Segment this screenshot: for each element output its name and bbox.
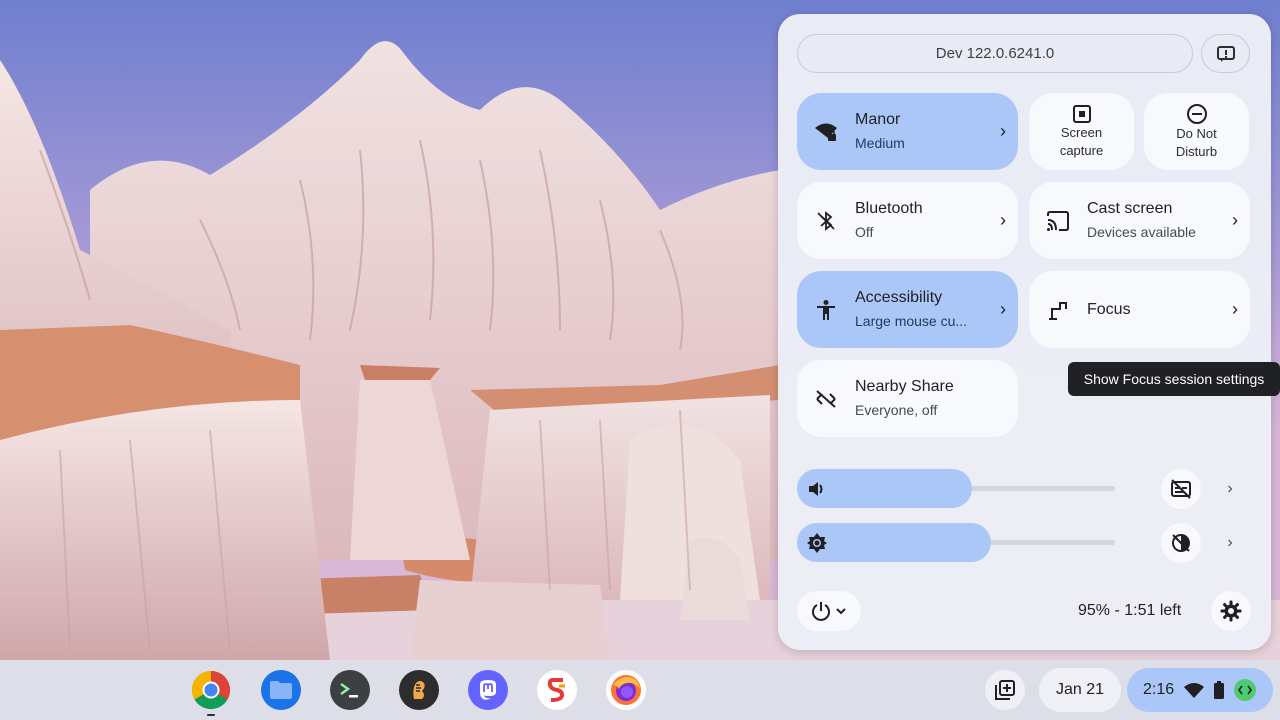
feedback-icon xyxy=(1216,45,1235,62)
settings-button[interactable] xyxy=(1211,591,1251,631)
date-label: Jan 21 xyxy=(1055,681,1105,698)
bluetooth-name: Bluetooth xyxy=(855,200,923,217)
accessibility-tile[interactable]: Accessibility Large mouse cu... › xyxy=(797,271,1018,348)
chevron-right-icon: › xyxy=(1000,299,1006,319)
quick-settings-panel: Dev 122.0.6241.0 Manor Medium › Screen c… xyxy=(778,14,1271,650)
version-button[interactable]: Dev 122.0.6241.0 xyxy=(797,34,1193,73)
power-menu-button[interactable] xyxy=(797,591,861,631)
focus-tile[interactable]: Focus › xyxy=(1029,271,1250,348)
chevron-right-icon: › xyxy=(1000,210,1006,230)
bluetooth-tile[interactable]: Bluetooth Off › xyxy=(797,182,1018,259)
running-indicator xyxy=(207,714,215,716)
network-name: Manor xyxy=(855,111,901,128)
chevron-right-icon: › xyxy=(1232,299,1238,319)
feedback-button[interactable] xyxy=(1201,34,1250,73)
focus-tooltip: Show Focus session settings xyxy=(1068,362,1280,396)
audio-settings-chevron-icon[interactable]: › xyxy=(1220,479,1240,499)
chrome-icon xyxy=(191,670,231,710)
chevron-right-icon: › xyxy=(1232,210,1238,230)
terminal-icon xyxy=(340,682,358,698)
nearby-share-name: Nearby Share xyxy=(855,378,954,395)
battery-icon xyxy=(1214,681,1225,699)
accessibility-name: Accessibility xyxy=(855,289,943,306)
network-status: Medium xyxy=(855,135,905,151)
network-tile[interactable]: Manor Medium › xyxy=(797,93,1018,170)
gear-icon xyxy=(1220,600,1242,622)
shelf-app-files[interactable] xyxy=(261,670,301,710)
mastodon-icon xyxy=(480,680,496,700)
night-light-toggle[interactable] xyxy=(1161,523,1201,563)
elk-icon xyxy=(413,681,425,699)
volume-fill xyxy=(797,469,972,508)
nearby-share-tile[interactable]: Nearby Share Everyone, off xyxy=(797,360,1018,437)
do-not-disturb-label: Do Not Disturb xyxy=(1175,125,1218,159)
volume-icon xyxy=(809,481,823,496)
tooltip-text: Show Focus session settings xyxy=(1083,371,1265,387)
screen-capture-tile[interactable]: Screen capture xyxy=(1029,93,1134,170)
focus-icon xyxy=(1049,301,1067,320)
shelf-app-mastodon[interactable] xyxy=(468,670,508,710)
screen-capture-icon xyxy=(1072,104,1091,123)
power-icon xyxy=(812,602,830,621)
night-light-off-icon xyxy=(1172,534,1190,552)
version-label: Dev 122.0.6241.0 xyxy=(935,45,1055,62)
slides-icon xyxy=(547,678,565,702)
developer-mode-badge xyxy=(1234,679,1257,701)
live-caption-off-icon xyxy=(1171,479,1191,499)
firefox-icon xyxy=(611,675,641,705)
holding-space-button[interactable] xyxy=(985,670,1025,710)
battery-status: 95% - 1:51 left xyxy=(1078,602,1182,619)
volume-slider[interactable] xyxy=(797,469,1115,508)
time-label: 2:16 xyxy=(1143,681,1175,698)
shelf-app-elk[interactable] xyxy=(399,670,439,710)
shelf: Jan 21 2:16 xyxy=(0,660,1280,720)
accessibility-status: Large mouse cu... xyxy=(855,313,968,329)
brightness-icon xyxy=(807,532,827,553)
cast-name: Cast screen xyxy=(1087,200,1173,217)
cast-status: Devices available xyxy=(1087,224,1196,240)
do-not-disturb-tile[interactable]: Do Not Disturb xyxy=(1144,93,1249,170)
bluetooth-status: Off xyxy=(855,224,874,240)
shelf-app-firefox[interactable] xyxy=(606,670,646,710)
screen-capture-label: Screen capture xyxy=(1059,124,1104,158)
shelf-app-terminal[interactable] xyxy=(330,670,370,710)
brightness-fill xyxy=(797,523,991,562)
holding-space-icon xyxy=(995,680,1015,700)
accessibility-icon xyxy=(817,299,835,320)
display-settings-chevron-icon[interactable]: › xyxy=(1220,533,1240,553)
nearby-share-off-icon xyxy=(816,389,836,408)
shelf-app-slides[interactable] xyxy=(537,670,577,710)
live-caption-toggle[interactable] xyxy=(1161,469,1201,509)
status-area-button[interactable]: 2:16 xyxy=(1127,668,1273,712)
bluetooth-off-icon xyxy=(817,210,835,231)
code-icon xyxy=(1238,685,1253,695)
focus-name: Focus xyxy=(1087,300,1131,318)
chevron-down-icon xyxy=(836,608,846,615)
nearby-share-status: Everyone, off xyxy=(855,402,938,418)
shelf-app-chrome[interactable] xyxy=(191,670,231,716)
cast-icon xyxy=(1047,210,1069,231)
chevron-right-icon: › xyxy=(1000,121,1006,141)
files-icon xyxy=(270,681,292,699)
date-tray-button[interactable]: Jan 21 xyxy=(1039,668,1121,712)
brightness-slider[interactable] xyxy=(797,523,1115,562)
do-not-disturb-icon xyxy=(1186,103,1207,124)
cast-tile[interactable]: Cast screen Devices available › xyxy=(1029,182,1250,259)
wifi-locked-icon xyxy=(815,123,837,141)
wifi-icon xyxy=(1184,683,1205,698)
